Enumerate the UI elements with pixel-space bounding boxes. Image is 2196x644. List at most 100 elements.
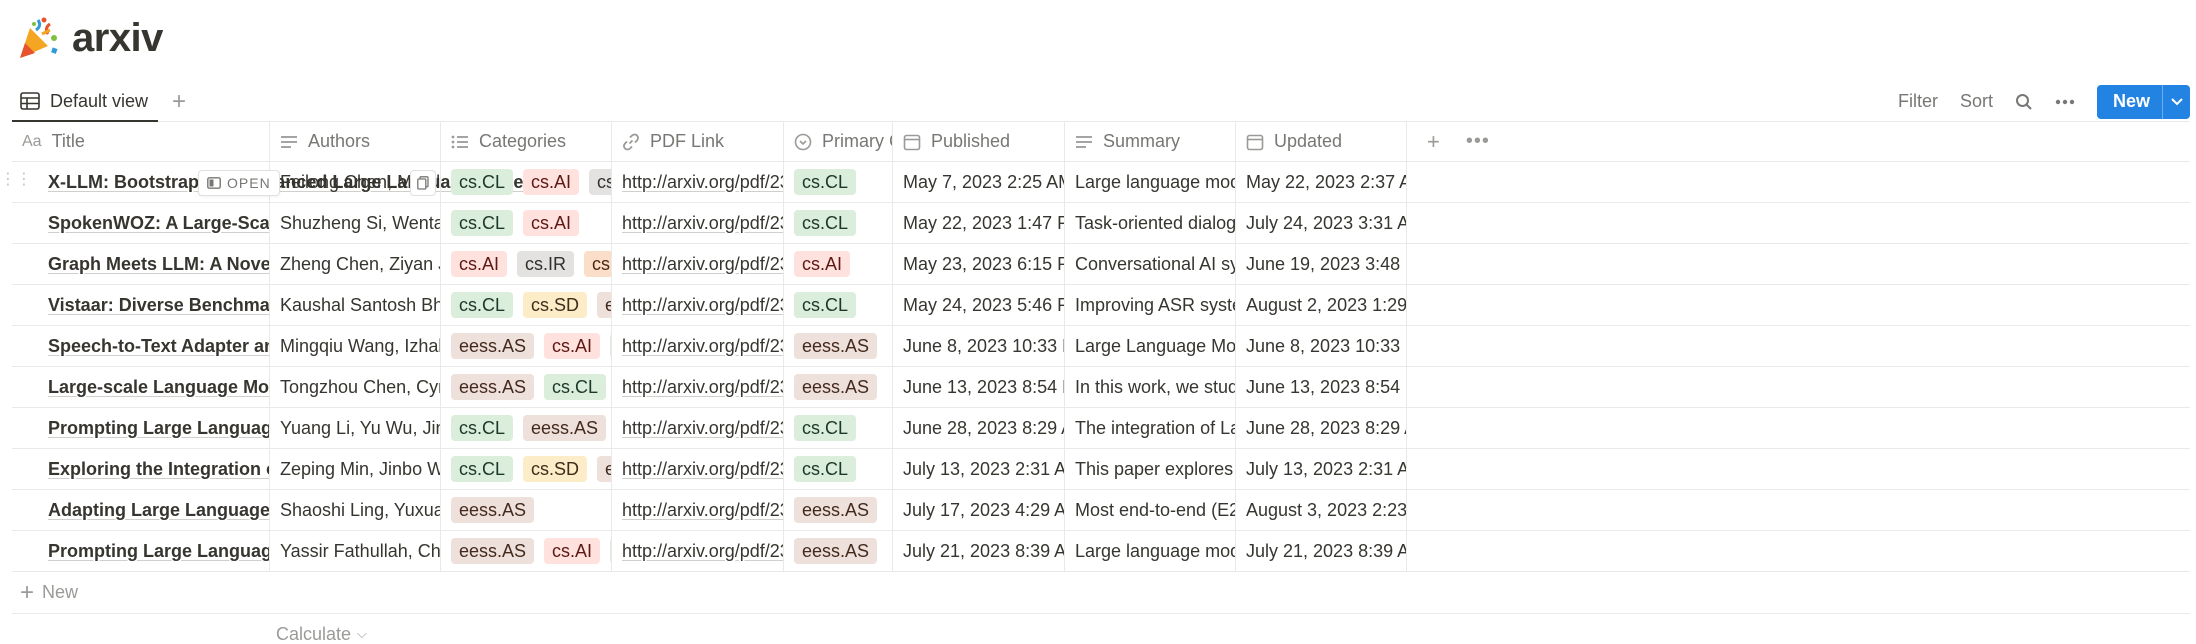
cell-updated[interactable]: June 13, 2023 8:54 PM (UTC) [1236, 367, 1407, 407]
cell-published[interactable]: May 22, 2023 1:47 PM (UTC) [893, 203, 1065, 243]
title-text[interactable]: Adapting Large Language Model with Speec… [48, 500, 269, 521]
cell-authors[interactable]: Yuang Li, Yu Wu, Jinyu Li, Shujie Liu [270, 408, 441, 448]
cell-published[interactable]: July 13, 2023 2:31 AM (UTC) [893, 449, 1065, 489]
title-text[interactable]: SpokenWOZ: A Large-Scale Speech-Text Ben… [48, 213, 269, 234]
cell-categories[interactable]: eess.AS [441, 490, 612, 530]
cell-primary[interactable]: cs.CL [784, 408, 893, 448]
tab-default-view[interactable]: Default view [12, 82, 159, 122]
cell-pdf[interactable]: http://arxiv.org/pdf/2306.16007v1 [612, 408, 784, 448]
title-text[interactable]: Large-scale Language Model Rescoring on … [48, 377, 269, 398]
cell-summary[interactable]: Large language models have proven [1065, 531, 1236, 571]
table-row[interactable]: Graph Meets LLM: A Novel Approach to Col… [12, 244, 2190, 285]
new-button[interactable]: New [2096, 84, 2190, 119]
title-text[interactable]: Prompting Large Language Models for Zero… [48, 418, 269, 439]
cell-updated[interactable]: July 13, 2023 2:31 AM (UTC) [1236, 449, 1407, 489]
copy-icon[interactable] [410, 170, 436, 196]
cell-primary[interactable]: eess.AS [784, 326, 893, 366]
cell-summary[interactable]: Improving ASR systems is necessary [1065, 285, 1236, 325]
cell-authors[interactable]: Zeping Min, Jinbo Wang [270, 449, 441, 489]
cell-categories[interactable]: cs.CLeess.ASeess.SP [441, 408, 612, 448]
pdf-text[interactable]: http://arxiv.org/pdf/2307.08234v2 [622, 500, 783, 521]
cell-summary[interactable]: The integration of Language Models [1065, 408, 1236, 448]
cell-title[interactable]: Speech-to-Text Adapter and Speech-to-Ent… [12, 326, 270, 366]
cell-authors[interactable]: Kaushal Santosh Bhogale, Sai Sundaresan [270, 285, 441, 325]
cell-updated[interactable]: August 2, 2023 1:29 PM (UTC) [1236, 285, 1407, 325]
column-header-primary[interactable]: Primary Ca... [784, 122, 893, 161]
cell-summary[interactable]: This paper explores the integration [1065, 449, 1236, 489]
cell-pdf[interactable]: http://arxiv.org/pdf/2307.11795v1 [612, 531, 784, 571]
cell-summary[interactable]: In this work, we study the impact [1065, 367, 1236, 407]
cell-updated[interactable]: June 28, 2023 8:29 AM (UTC) [1236, 408, 1407, 448]
pdf-text[interactable]: http://arxiv.org/pdf/2307.11795v1 [622, 541, 783, 562]
cell-published[interactable]: May 23, 2023 6:15 PM (UTC) [893, 244, 1065, 284]
cell-categories[interactable]: eess.AScs.AIcs.CLee [441, 531, 612, 571]
cell-pdf[interactable]: http://arxiv.org/pdf/2306.08133v2 [612, 367, 784, 407]
table-row[interactable]: Speech-to-Text Adapter and Speech-to-Ent… [12, 326, 2190, 367]
chevron-down-icon[interactable] [2162, 84, 2190, 119]
pdf-text[interactable]: http://arxiv.org/pdf/2305.13040v3 [622, 213, 783, 234]
pdf-text[interactable]: http://arxiv.org/pdf/2306.08133v2 [622, 377, 783, 398]
cell-updated[interactable]: July 24, 2023 3:31 AM (UTC) [1236, 203, 1407, 243]
cell-updated[interactable]: August 3, 2023 2:23 AM (UTC) [1236, 490, 1407, 530]
cell-summary[interactable]: Large Language Models (LLMs) have [1065, 326, 1236, 366]
cell-published[interactable]: June 13, 2023 8:54 PM (UTC) [893, 367, 1065, 407]
cell-pdf[interactable]: http://arxiv.org/pdf/2305.15386v2 [612, 285, 784, 325]
cell-title[interactable]: Graph Meets LLM: A Novel Approach to Col… [12, 244, 270, 284]
title-text[interactable]: Exploring the Integration of Large Langu… [48, 459, 269, 480]
cell-title[interactable]: Large-scale Language Model Rescoring on … [12, 367, 270, 407]
cell-primary[interactable]: eess.AS [784, 531, 893, 571]
add-property-icon[interactable]: + [1427, 129, 1440, 155]
table-row[interactable]: Vistaar: Diverse Benchmarks and Training… [12, 285, 2190, 326]
filter-button[interactable]: Filter [1898, 91, 1938, 112]
cell-authors[interactable]: Yassir Fathullah, Chunyang Wu, Egor Lako… [270, 531, 441, 571]
title-text[interactable]: Vistaar: Diverse Benchmarks and Training… [48, 295, 269, 316]
cell-authors[interactable]: Mingqiu Wang, Izhak Shafran, Hagen Solta… [270, 326, 441, 366]
cell-published[interactable]: June 28, 2023 8:29 AM (UTC) [893, 408, 1065, 448]
table-row[interactable]: SpokenWOZ: A Large-Scale Speech-Text Ben… [12, 203, 2190, 244]
calculate-button[interactable]: Calculate ⌵ [12, 614, 2190, 644]
table-row[interactable]: Exploring the Integration of Large Langu… [12, 449, 2190, 490]
cell-title[interactable]: Prompting Large Language Models for Zero… [12, 408, 270, 448]
cell-categories[interactable]: eess.AS cs.CL [441, 367, 612, 407]
pdf-text[interactable]: http://arxiv.org/pdf/2306.07944v1 [622, 336, 783, 357]
cell-primary[interactable]: cs.CL [784, 203, 893, 243]
cell-pdf[interactable]: http://arxiv.org/pdf/2306.07944v1 [612, 326, 784, 366]
table-row[interactable]: Adapting Large Language Model with Speec… [12, 490, 2190, 531]
search-icon[interactable] [2015, 93, 2033, 111]
pdf-text[interactable]: http://arxiv.org/pdf/2305.15386v2 [622, 295, 783, 316]
cell-pdf[interactable]: http://arxiv.org/pdf/2305.14449v3 [612, 244, 784, 284]
column-header-summary[interactable]: Summary [1065, 122, 1236, 161]
party-popper-icon[interactable] [14, 14, 62, 62]
cell-categories[interactable]: cs.CLcs.AIcs.CVee [441, 162, 612, 202]
pdf-text[interactable]: http://arxiv.org/pdf/2307.06530v1 [622, 459, 783, 480]
cell-categories[interactable]: eess.AScs.AIcs.CL [441, 326, 612, 366]
cell-authors[interactable]: Feilong Chen, Minglun Han, Haozhi Zhao [270, 162, 441, 202]
cell-title[interactable]: SpokenWOZ: A Large-Scale Speech-Text Ben… [12, 203, 270, 243]
cell-primary[interactable]: eess.AS [784, 490, 893, 530]
cell-published[interactable]: May 24, 2023 5:46 PM (UTC) [893, 285, 1065, 325]
column-header-updated[interactable]: Updated [1236, 122, 1407, 161]
title-text[interactable]: Speech-to-Text Adapter and Speech-to-Ent… [48, 336, 269, 357]
cell-categories[interactable]: cs.CL cs.SD eess.AS [441, 449, 612, 489]
title-text[interactable]: Prompting Large Language Models with Spe… [48, 541, 269, 562]
cell-title[interactable]: Vistaar: Diverse Benchmarks and Training… [12, 285, 270, 325]
cell-pdf[interactable]: http://arxiv.org/pdf/2305.04160v3 [612, 162, 784, 202]
add-view-button[interactable]: + [172, 89, 186, 114]
cell-title[interactable]: Prompting Large Language Models with Spe… [12, 531, 270, 571]
cell-primary[interactable]: cs.AI [784, 244, 893, 284]
cell-title[interactable]: Adapting Large Language Model with Speec… [12, 490, 270, 530]
cell-authors[interactable]: Zheng Chen, Ziyan Jiang, Fan Yang [270, 244, 441, 284]
column-header-published[interactable]: Published [893, 122, 1065, 161]
page-title[interactable]: arxiv [72, 16, 163, 61]
open-row-button[interactable]: OPEN [198, 170, 280, 196]
cell-primary[interactable]: eess.AS [784, 367, 893, 407]
cell-primary[interactable]: cs.CL [784, 285, 893, 325]
cell-authors[interactable]: Tongzhou Chen, Cyril Allauzen, Yinghui H… [270, 367, 441, 407]
cell-primary[interactable]: cs.CL [784, 449, 893, 489]
pdf-text[interactable]: http://arxiv.org/pdf/2305.14449v3 [622, 254, 783, 275]
more-options-icon[interactable] [2055, 99, 2075, 105]
cell-summary[interactable]: Most end-to-end (E2E) speech recognition [1065, 490, 1236, 530]
pdf-text[interactable]: http://arxiv.org/pdf/2305.04160v3 [622, 172, 783, 193]
cell-title[interactable]: X-LLM: Bootstrapping Advanced Large Lang… [12, 162, 538, 202]
table-row[interactable]: X-LLM: Bootstrapping Advanced Large Lang… [12, 162, 2190, 203]
